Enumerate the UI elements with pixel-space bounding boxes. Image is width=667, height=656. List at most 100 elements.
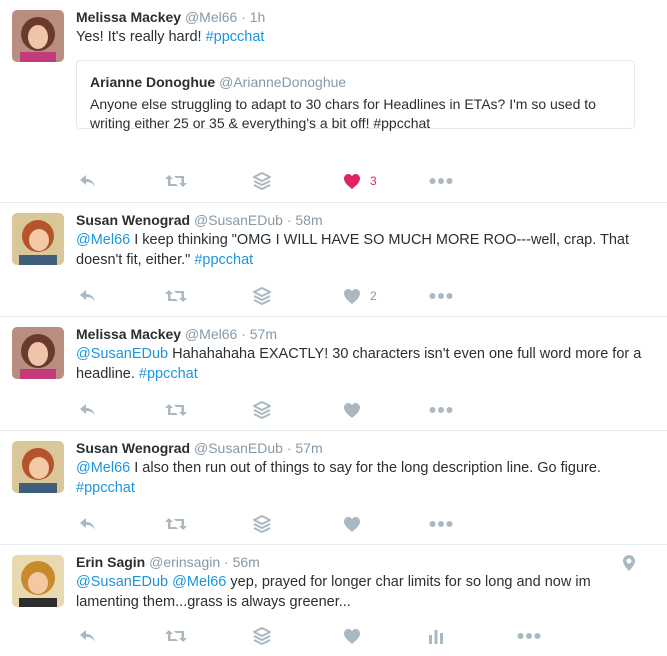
- separator-dot: ·: [286, 440, 292, 456]
- quoted-tweet[interactable]: Arianne Donoghue @ArianneDonoghue Anyone…: [76, 59, 635, 131]
- reply-icon: [80, 175, 95, 187]
- more-button[interactable]: [429, 399, 453, 421]
- retweet-button[interactable]: [164, 625, 188, 647]
- mention-link[interactable]: @Mel66: [76, 232, 130, 248]
- more-button[interactable]: [429, 285, 453, 307]
- layers-icon: [253, 515, 271, 533]
- tweet[interactable]: Erin Sagin @erinsagin · 56m @SusanEDub @…: [0, 545, 667, 656]
- analytics-bars-icon: [429, 630, 443, 644]
- tweet-text: @SusanEDub Hahahahaha EXACTLY! 30 charac…: [76, 345, 655, 384]
- tweet-text: Yes! It's really hard! #ppcchat: [76, 28, 655, 48]
- mention-link[interactable]: @Mel66: [172, 574, 226, 590]
- mention-link[interactable]: @SusanEDub: [76, 574, 168, 590]
- heart-icon: [344, 288, 360, 304]
- heart-icon: [344, 173, 360, 189]
- avatar-image: [12, 327, 64, 379]
- tweet-header: Melissa Mackey @Mel66 · 57m: [76, 325, 655, 343]
- tweet-text: @Mel66 I keep thinking "OMG I WILL HAVE …: [76, 231, 655, 270]
- retweet-button[interactable]: [164, 513, 188, 535]
- avatar[interactable]: [12, 10, 64, 62]
- reply-button[interactable]: [78, 399, 98, 421]
- retweet-button[interactable]: [164, 285, 188, 307]
- avatar-image: [12, 555, 64, 607]
- tweet[interactable]: Melissa Mackey @Mel66 · 1h Yes! It's rea…: [0, 0, 667, 203]
- retweet-icon: [165, 404, 187, 416]
- buffer-button[interactable]: [253, 513, 271, 535]
- author-handle[interactable]: @erinsagin: [149, 554, 220, 570]
- author-name[interactable]: Melissa Mackey: [76, 9, 181, 25]
- location-pin-icon[interactable]: [623, 555, 635, 576]
- heart-icon: [344, 402, 360, 418]
- like-button[interactable]: 2: [343, 285, 377, 307]
- like-count: 2: [370, 289, 377, 303]
- text-segment: Yes! It's really hard!: [76, 29, 206, 45]
- separator-dot: ·: [224, 554, 229, 570]
- timestamp[interactable]: 56m: [233, 554, 260, 570]
- retweet-button[interactable]: [164, 399, 188, 421]
- reply-button[interactable]: [78, 170, 98, 192]
- author-name[interactable]: Susan Wenograd: [76, 212, 190, 228]
- text-segment: I keep thinking "OMG I WILL HAVE SO MUCH…: [76, 232, 630, 268]
- retweet-icon: [165, 630, 187, 642]
- separator-dot: ·: [286, 212, 292, 228]
- more-button[interactable]: [429, 170, 453, 192]
- author-name[interactable]: Susan Wenograd: [76, 440, 190, 456]
- quoted-tweet-text: Anyone else struggling to adapt to 30 ch…: [90, 95, 596, 131]
- reply-button[interactable]: [78, 625, 98, 647]
- separator-dot: ·: [241, 9, 246, 25]
- avatar[interactable]: [12, 213, 64, 265]
- more-button[interactable]: [429, 513, 453, 535]
- reply-button[interactable]: [78, 285, 98, 307]
- analytics-button[interactable]: [428, 625, 444, 647]
- timestamp[interactable]: 57m: [295, 440, 322, 456]
- avatar-image: [12, 441, 64, 493]
- author-handle[interactable]: @Mel66: [185, 326, 237, 342]
- mention-link[interactable]: @SusanEDub: [76, 346, 168, 362]
- buffer-button[interactable]: [253, 625, 271, 647]
- buffer-button[interactable]: [253, 399, 271, 421]
- quoted-author-name: Arianne Donoghue: [90, 73, 216, 90]
- more-dots-icon: [429, 293, 453, 299]
- separator-dot: ·: [241, 326, 246, 342]
- tweet[interactable]: Melissa Mackey @Mel66 · 57m @SusanEDub H…: [0, 317, 667, 431]
- heart-icon: [344, 516, 360, 532]
- layers-icon: [253, 627, 271, 645]
- more-dots-icon: [429, 521, 453, 527]
- avatar-image: [12, 213, 64, 265]
- mention-link[interactable]: @Mel66: [76, 460, 130, 476]
- tweet[interactable]: Susan Wenograd @SusanEDub · 58m @Mel66 I…: [0, 203, 667, 317]
- timestamp[interactable]: 58m: [295, 212, 322, 228]
- more-button[interactable]: [517, 625, 541, 647]
- hashtag-link[interactable]: #ppcchat: [206, 29, 265, 45]
- timestamp[interactable]: 57m: [250, 326, 277, 342]
- heart-icon: [344, 628, 360, 644]
- buffer-button[interactable]: [253, 170, 271, 192]
- hashtag-link[interactable]: #ppcchat: [76, 480, 135, 496]
- avatar-image: [12, 10, 64, 62]
- avatar[interactable]: [12, 555, 64, 607]
- reply-icon: [80, 518, 95, 530]
- avatar[interactable]: [12, 441, 64, 493]
- like-button[interactable]: [343, 399, 370, 421]
- reply-button[interactable]: [78, 513, 98, 535]
- timestamp[interactable]: 1h: [250, 9, 266, 25]
- like-count: 3: [370, 174, 377, 188]
- hashtag-link[interactable]: #ppcchat: [194, 252, 253, 268]
- avatar[interactable]: [12, 327, 64, 379]
- retweet-icon: [165, 518, 187, 530]
- author-handle[interactable]: @Mel66: [185, 9, 237, 25]
- hashtag-link[interactable]: #ppcchat: [139, 366, 198, 382]
- layers-icon: [253, 401, 271, 419]
- like-button[interactable]: [343, 513, 370, 535]
- like-button[interactable]: [343, 625, 370, 647]
- buffer-button[interactable]: [253, 285, 271, 307]
- retweet-icon: [165, 175, 187, 187]
- author-handle[interactable]: @SusanEDub: [194, 212, 283, 228]
- author-name[interactable]: Melissa Mackey: [76, 326, 181, 342]
- tweet-header: Susan Wenograd @SusanEDub · 58m: [76, 211, 655, 229]
- retweet-button[interactable]: [164, 170, 188, 192]
- author-name[interactable]: Erin Sagin: [76, 554, 145, 570]
- author-handle[interactable]: @SusanEDub: [194, 440, 283, 456]
- tweet[interactable]: Susan Wenograd @SusanEDub · 57m @Mel66 I…: [0, 431, 667, 545]
- like-button[interactable]: 3: [343, 170, 377, 192]
